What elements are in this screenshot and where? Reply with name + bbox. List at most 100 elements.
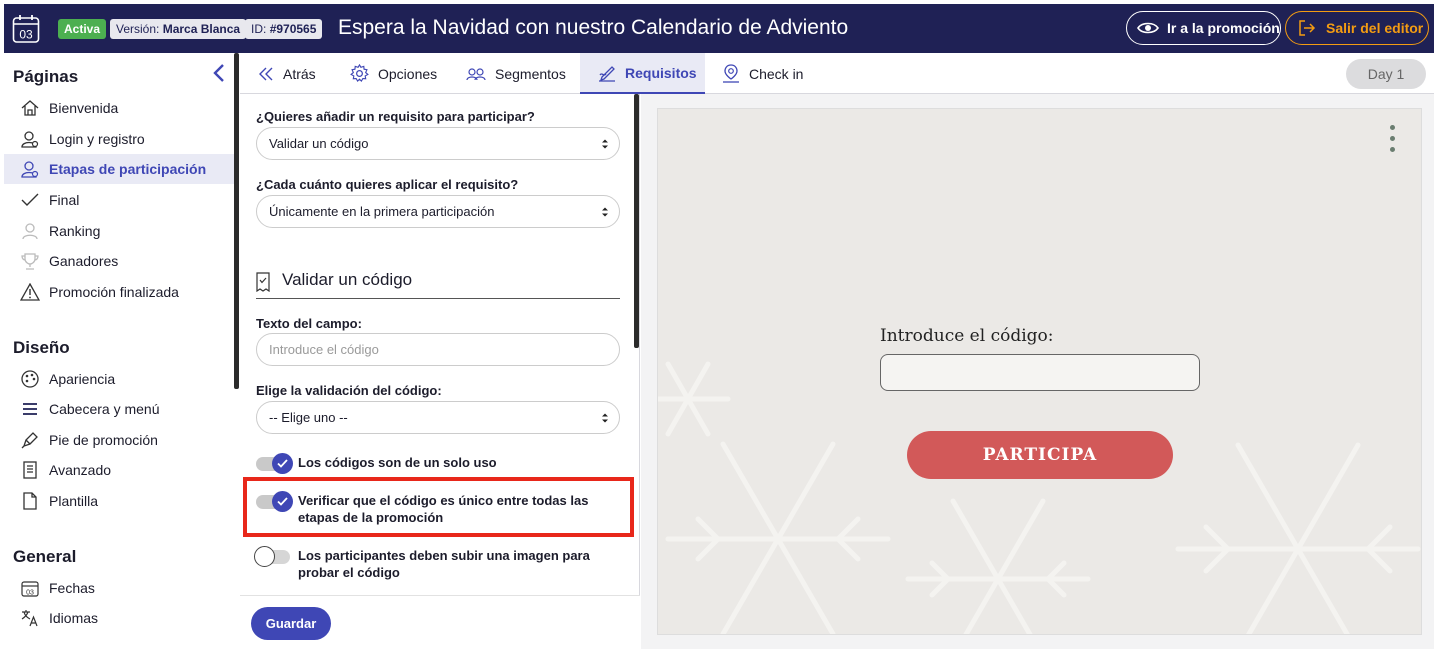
single-use-codes-toggle[interactable] xyxy=(256,453,293,474)
status-badge: Activa xyxy=(58,19,107,39)
sidebar-item-template[interactable]: Plantilla xyxy=(4,486,234,516)
select-caret-icon xyxy=(602,207,608,217)
file-icon xyxy=(23,492,37,510)
sidebar-item-ranking[interactable]: Ranking xyxy=(4,216,234,246)
sidebar-item-label: Apariencia xyxy=(49,371,116,387)
sidebar-heading-general: General xyxy=(13,547,77,566)
form-scrollbar[interactable] xyxy=(634,94,639,348)
sidebar-item-label: Ganadores xyxy=(49,253,119,269)
sidebar-item-welcome[interactable]: Bienvenida xyxy=(4,93,234,123)
sidebar-item-dates[interactable]: 03 Fechas xyxy=(4,573,234,603)
user-icon xyxy=(21,131,39,148)
sidebar-item-advanced[interactable]: Avanzado xyxy=(4,455,234,485)
sidebar-item-label: Pie de promoción xyxy=(49,432,158,448)
field-text-input[interactable]: Introduce el código xyxy=(256,333,620,366)
tab-label: Atrás xyxy=(283,65,316,82)
calendar-icon: 03 xyxy=(12,15,40,43)
users-icon xyxy=(466,67,486,80)
ranking-icon xyxy=(22,223,38,240)
requirement-question-label: ¿Quieres añadir un requisito para partic… xyxy=(256,109,535,124)
sidebar-item-login[interactable]: Login y registro xyxy=(4,124,234,154)
page-title: Espera la Navidad con nuestro Calendario… xyxy=(338,16,849,39)
section-title-text: Validar un código xyxy=(282,270,413,289)
promotion-preview: Introduce el código: PARTICIPA xyxy=(657,108,1422,635)
sidebar-item-footer[interactable]: Pie de promoción xyxy=(4,425,234,455)
validation-label: Elige la validación del código: xyxy=(256,383,442,398)
calendar-day: 03 xyxy=(26,590,34,597)
sidebar-item-label: Promoción finalizada xyxy=(49,284,179,300)
single-use-codes-row: Los códigos son de un solo uso xyxy=(256,453,620,474)
sidebar: Páginas Bienvenida Login y registro Etap… xyxy=(4,53,234,649)
tab-check-in[interactable]: Check in xyxy=(722,53,803,94)
sidebar-item-label: Avanzado xyxy=(49,462,112,478)
logout-icon xyxy=(1299,20,1316,36)
menu-icon xyxy=(23,403,37,415)
frequency-question-label: ¿Cada cuánto quieres aplicar el requisit… xyxy=(256,177,519,192)
preview-code-label: Introduce el código: xyxy=(880,326,1054,346)
receipt-icon xyxy=(256,272,270,292)
requirement-select-value: Validar un código xyxy=(269,136,369,151)
section-title-validate-code: Validar un código xyxy=(256,270,620,299)
translate-icon xyxy=(21,610,38,627)
tab-requirements[interactable]: Requisitos xyxy=(580,53,705,94)
eye-icon xyxy=(1137,22,1159,34)
id-label: ID: xyxy=(251,22,267,36)
tab-segments[interactable]: Segmentos xyxy=(466,53,566,94)
upload-image-row: Los participantes deben subir una imagen… xyxy=(254,546,620,581)
go-to-promotion-button[interactable]: Ir a la promoción xyxy=(1126,11,1281,45)
tab-options[interactable]: Opciones xyxy=(350,53,437,94)
field-text-label: Texto del campo: xyxy=(256,316,362,331)
check-icon xyxy=(21,193,39,206)
id-badge: ID: #970565 xyxy=(245,19,323,39)
sidebar-item-participation-stages[interactable]: Etapas de participación xyxy=(4,154,234,184)
upload-image-label: Los participantes deben subir una imagen… xyxy=(298,548,590,580)
upload-image-toggle[interactable] xyxy=(254,546,290,567)
validation-select[interactable]: -- Elige uno -- xyxy=(256,401,620,434)
location-user-icon xyxy=(723,64,739,83)
tab-bar: Atrás Opciones Segmentos Requisitos Chec… xyxy=(240,53,1434,94)
exit-editor-button[interactable]: Salir del editor xyxy=(1285,11,1429,45)
tab-label: Requisitos xyxy=(625,64,697,81)
sidebar-item-final[interactable]: Final xyxy=(4,185,234,215)
sidebar-item-label: Etapas de participación xyxy=(49,161,207,177)
home-icon xyxy=(21,100,39,116)
sidebar-item-winners[interactable]: Ganadores xyxy=(4,246,234,276)
sidebar-heading-pages: Páginas xyxy=(13,67,79,86)
sidebar-scrollbar[interactable] xyxy=(234,53,239,389)
day-selector-button[interactable]: Day 1 xyxy=(1346,59,1426,89)
sidebar-item-label: Login y registro xyxy=(49,131,145,147)
requirement-select[interactable]: Validar un código xyxy=(256,127,620,160)
sidebar-item-promotion-ended[interactable]: Promoción finalizada xyxy=(4,277,234,307)
tab-back[interactable]: Atrás xyxy=(258,53,316,94)
go-to-promotion-label: Ir a la promoción xyxy=(1167,20,1280,36)
check-icon xyxy=(277,459,288,468)
frequency-select[interactable]: Únicamente en la primera participación xyxy=(256,195,620,228)
single-use-codes-label: Los códigos son de un solo uso xyxy=(298,455,497,470)
version-badge: Versión: Marca Blanca xyxy=(110,19,247,39)
tab-label: Check in xyxy=(749,65,804,82)
exit-editor-label: Salir del editor xyxy=(1326,20,1424,36)
calendar-day: 03 xyxy=(19,28,33,42)
warning-icon xyxy=(20,283,40,301)
sidebar-item-header-menu[interactable]: Cabecera y menú xyxy=(4,394,234,424)
sidebar-item-label: Fechas xyxy=(49,580,95,596)
more-options-icon[interactable] xyxy=(1390,125,1396,155)
participate-button[interactable]: PARTICIPA xyxy=(907,431,1173,479)
preview-code-input[interactable] xyxy=(880,354,1200,391)
document-icon xyxy=(23,461,37,479)
signature-icon xyxy=(599,65,615,82)
sidebar-item-label: Bienvenida xyxy=(49,100,119,116)
sidebar-item-label: Idiomas xyxy=(49,610,99,626)
requirements-form: ¿Quieres añadir un requisito para partic… xyxy=(240,94,640,649)
version-label: Versión: xyxy=(116,22,160,36)
select-caret-icon xyxy=(602,413,608,423)
frequency-select-value: Únicamente en la primera participación xyxy=(269,204,495,219)
sidebar-item-label: Final xyxy=(49,192,80,208)
collapse-sidebar-icon[interactable] xyxy=(212,63,226,83)
sidebar-item-appearance[interactable]: Apariencia xyxy=(4,364,234,394)
save-button[interactable]: Guardar xyxy=(251,607,331,640)
sidebar-item-languages[interactable]: Idiomas xyxy=(4,603,234,633)
highlight-annotation xyxy=(243,477,634,537)
top-header: 03 Activa Versión: Marca Blanca ID: #970… xyxy=(4,4,1434,53)
pen-icon xyxy=(21,432,38,449)
